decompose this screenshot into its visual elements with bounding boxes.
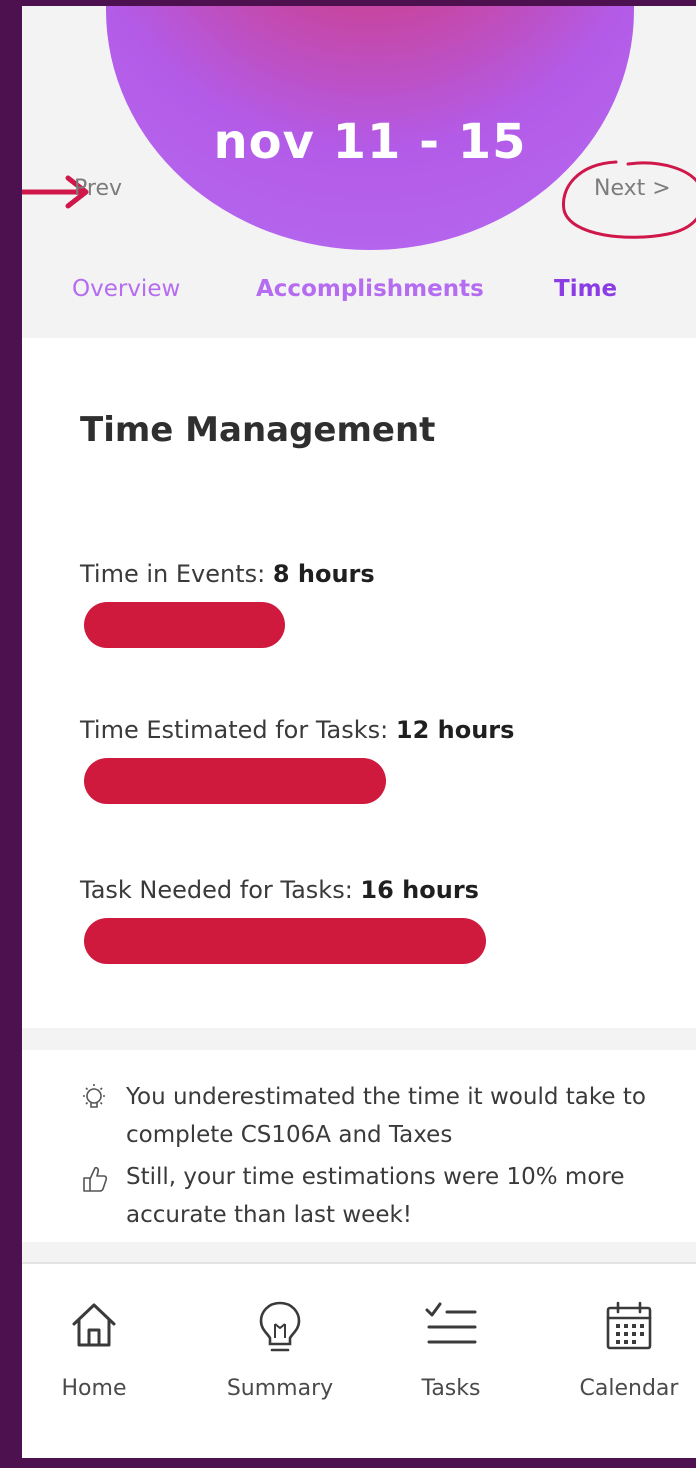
bar-estimated	[84, 758, 386, 804]
checklist-icon	[425, 1302, 477, 1344]
lightbulb-icon	[259, 1301, 301, 1352]
insights-panel: You underestimated the time it would tak…	[22, 1050, 696, 1242]
nav-label: Calendar	[579, 1376, 679, 1401]
bar-needed	[84, 918, 486, 964]
nav-tasks[interactable]: Tasks	[394, 1264, 508, 1458]
nav-calendar[interactable]: Calendar	[562, 1264, 696, 1458]
thumbs-up-icon	[83, 1166, 108, 1192]
lightbulb-icon	[83, 1084, 105, 1108]
home-icon	[72, 1303, 116, 1347]
prev-week-button[interactable]: Prev	[74, 176, 122, 201]
nav-label: Home	[61, 1376, 127, 1401]
metric-label-needed: Task Needed for Tasks: 16 hours	[80, 876, 479, 904]
nav-label: Tasks	[421, 1376, 481, 1401]
bottom-nav: Home Summary Tasks Calendar	[22, 1262, 696, 1458]
insight-improvement: Still, your time estimations were 10% mo…	[80, 1158, 680, 1238]
week-header: nov 11 - 15 Prev Next > Overview Accompl…	[22, 6, 696, 338]
insight-text: You underestimated the time it would tak…	[126, 1084, 646, 1148]
time-management-card: Time Management Time in Events: 8 hours …	[22, 338, 696, 1028]
tab-accomplishments[interactable]: Accomplishments	[256, 276, 484, 302]
metric-label-estimated: Time Estimated for Tasks: 12 hours	[80, 716, 515, 744]
annotation-circle-icon	[561, 160, 696, 239]
tab-time[interactable]: Time	[554, 276, 617, 302]
calendar-icon	[606, 1301, 652, 1350]
phone-screen: nov 11 - 15 Prev Next > Overview Accompl…	[22, 6, 696, 1458]
tab-overview[interactable]: Overview	[72, 276, 180, 302]
insight-underestimate: You underestimated the time it would tak…	[80, 1078, 680, 1158]
bar-events	[84, 602, 285, 648]
nav-label: Summary	[226, 1376, 334, 1401]
summary-tabs: Overview Accomplishments Time	[22, 276, 696, 316]
nav-summary[interactable]: Summary	[200, 1264, 360, 1458]
week-range: nov 11 - 15	[213, 114, 527, 170]
card-title: Time Management	[80, 410, 436, 450]
nav-home[interactable]: Home	[34, 1264, 154, 1458]
metric-label-events: Time in Events: 8 hours	[80, 560, 375, 588]
insight-text: Still, your time estimations were 10% mo…	[126, 1164, 625, 1228]
